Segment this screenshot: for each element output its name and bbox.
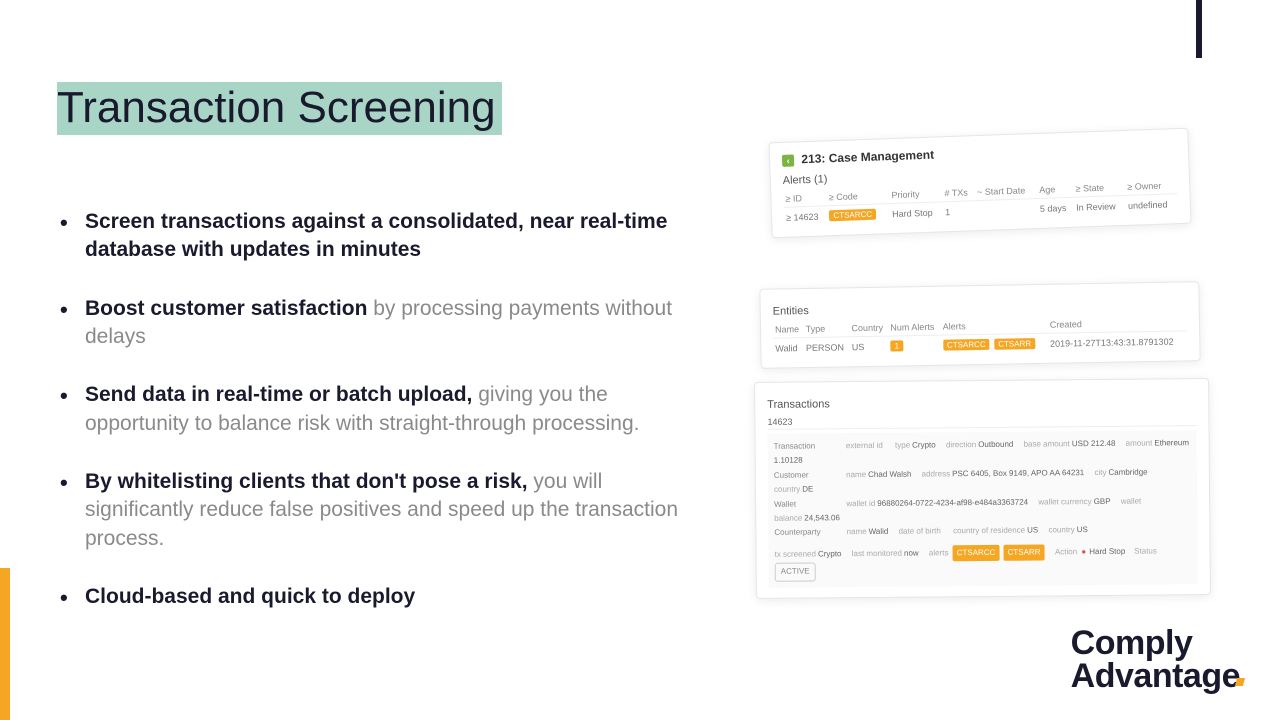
transaction-details: Transaction external id typeCrypto direc…: [768, 430, 1198, 587]
col-id: ≥ ID: [783, 189, 827, 207]
screenshot-mockup: ‹ 213: Case Management Alerts (1) ≥ ID ≥…: [750, 125, 1230, 545]
bullet-bold: Send data in real-time or batch upload,: [85, 383, 472, 406]
col-txs: # TXs: [942, 184, 975, 202]
bullet-item: Cloud-based and quick to deploy: [60, 583, 680, 611]
slide-title: Transaction Screening: [57, 82, 502, 135]
bullet-item: Boost customer satisfaction by processin…: [60, 295, 680, 352]
bullet-bold: Cloud-based and quick to deploy: [85, 585, 415, 608]
transactions-header: Transactions: [767, 395, 1196, 411]
col-priority: Priority: [889, 185, 943, 203]
alert-badge: CTSARR: [994, 338, 1035, 350]
mock-card-transactions: Transactions 14623 Transaction external …: [754, 378, 1211, 598]
alert-badge: CTSARCC: [953, 545, 1000, 562]
mock-card-entities: Entities Name Type Country Num Alerts Al…: [759, 281, 1200, 369]
entities-table: Name Type Country Num Alerts Alerts Crea…: [773, 314, 1188, 357]
col-owner: ≥ Owner: [1125, 177, 1177, 195]
status-chip: ACTIVE: [775, 563, 816, 582]
bullet-bold: Boost customer satisfaction: [85, 297, 367, 320]
col-state: ≥ State: [1073, 179, 1125, 197]
num-badge: 1: [891, 340, 904, 351]
bullet-item: By whitelisting clients that don't pose …: [60, 468, 680, 553]
tx-id: 14623: [767, 411, 1196, 430]
bullet-list: Screen transactions against a consolidat…: [60, 208, 680, 641]
top-accent-bar: [1196, 0, 1202, 58]
left-accent-bar: [0, 568, 10, 720]
alert-badge: CTSARCC: [943, 339, 990, 351]
chevron-left-icon: ‹: [782, 154, 794, 166]
bullet-item: Screen transactions against a consolidat…: [60, 208, 680, 265]
bullet-bold: By whitelisting clients that don't pose …: [85, 470, 528, 493]
col-age: Age: [1037, 181, 1074, 199]
hard-stop-indicator: Hard Stop: [1081, 544, 1125, 559]
alert-badge: CTSARR: [1004, 544, 1045, 561]
mock-card-case: ‹ 213: Case Management Alerts (1) ≥ ID ≥…: [768, 128, 1191, 239]
code-badge: CTSARCC: [829, 209, 876, 222]
logo-line1: Comply: [1071, 627, 1240, 659]
comply-advantage-logo: Comply Advantage: [1071, 627, 1240, 692]
bullet-bold: Screen transactions against a consolidat…: [85, 210, 667, 261]
logo-line2: Advantage: [1071, 660, 1240, 692]
bullet-item: Send data in real-time or batch upload, …: [60, 381, 680, 438]
